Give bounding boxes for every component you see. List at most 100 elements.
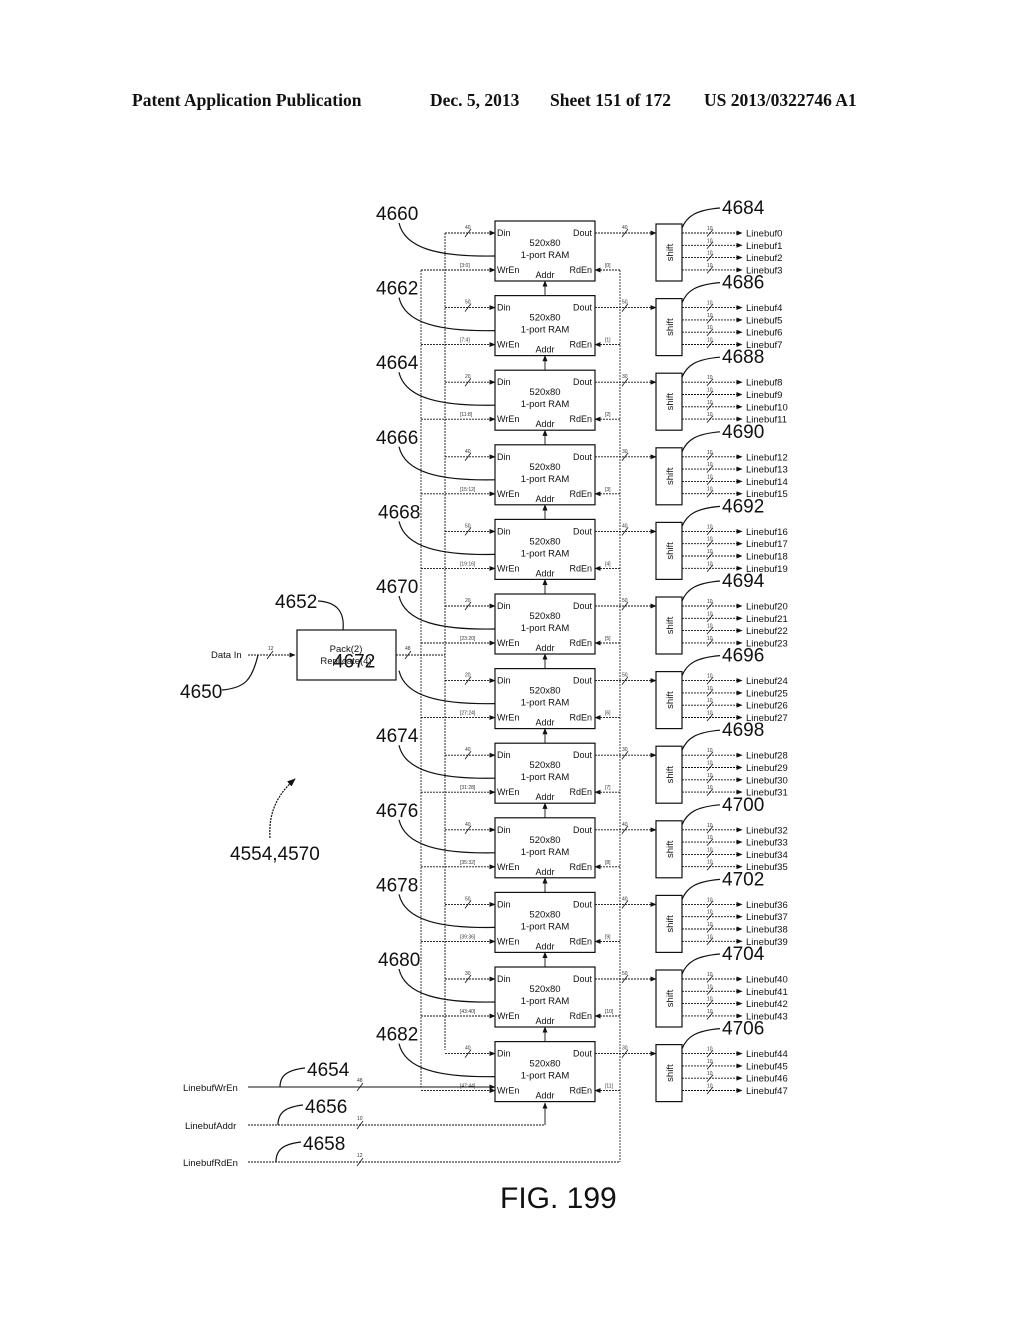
- linebuf-output-label: Linebuf2: [746, 253, 782, 264]
- ram-size-label: 520x80: [529, 611, 560, 622]
- shift-ref-leader: [681, 356, 721, 378]
- dout-port-label: Dout: [573, 228, 593, 238]
- wren-bits: [47:44]: [460, 1084, 476, 1090]
- linebuf-output-label: Linebuf28: [746, 751, 788, 762]
- ram-size-label: 520x80: [529, 1059, 560, 1070]
- linebuf-width: 10: [707, 524, 713, 530]
- rden-bit: [5]: [605, 636, 611, 642]
- rden-port-label: RdEn: [569, 414, 592, 424]
- din-port-label: Din: [497, 526, 511, 536]
- linebuf-output-label: Linebuf26: [746, 701, 788, 712]
- ram-type-label: 1-port RAM: [521, 996, 570, 1007]
- linebuf-width: 10: [707, 897, 713, 903]
- linebuf-width: 10: [707, 922, 713, 928]
- wren-port-label: WrEn: [497, 1011, 519, 1021]
- linebuf-output-label: Linebuf18: [746, 552, 788, 563]
- wren-port-label: WrEn: [497, 1086, 519, 1096]
- wren-port-label: WrEn: [497, 713, 519, 723]
- linebuf-width: 10: [707, 1009, 713, 1015]
- wren-bits: [7:4]: [460, 338, 470, 344]
- rden-port-label: RdEn: [569, 489, 592, 499]
- linebuf-width: 10: [707, 263, 713, 269]
- linebuf-output-label: Linebuf37: [746, 912, 788, 923]
- dout-port-label: Dout: [573, 303, 593, 313]
- shift-ref-leader: [681, 580, 721, 602]
- ram-size-label: 520x80: [529, 760, 560, 771]
- shift-ref-leader: [681, 1028, 721, 1049]
- ref-4688: 4688: [722, 347, 764, 368]
- dout-width: 50: [622, 971, 628, 977]
- din-width: 50: [465, 523, 471, 529]
- shift-ref-leader: [681, 207, 721, 229]
- linebuf-output-label: Linebuf4: [746, 303, 782, 314]
- shift-label: shift: [665, 915, 676, 933]
- rden-bit: [2]: [605, 412, 611, 418]
- din-port-label: Din: [497, 303, 511, 313]
- linebuf-output-label: Linebuf24: [746, 676, 788, 687]
- rden-bit: [11]: [605, 1084, 614, 1090]
- shift-label: shift: [665, 467, 676, 485]
- shift-label: shift: [665, 318, 676, 336]
- ref-4668: 4668: [378, 502, 420, 523]
- shift-label: shift: [665, 243, 676, 261]
- ram-type-label: 1-port RAM: [521, 474, 570, 485]
- ram-type-label: 1-port RAM: [521, 921, 570, 932]
- ref-4680: 4680: [378, 950, 420, 971]
- dout-port-label: Dout: [573, 825, 593, 835]
- ram-size-label: 520x80: [529, 313, 560, 324]
- rden-bit: [10]: [605, 1009, 614, 1015]
- dout-port-label: Dout: [573, 377, 593, 387]
- linebuf-output-label: Linebuf10: [746, 402, 788, 413]
- din-width: 50: [465, 300, 471, 306]
- linebuf-output-label: Linebuf5: [746, 315, 782, 326]
- linebufaddr-label: LinebufAddr: [185, 1121, 236, 1132]
- din-width: 20: [465, 673, 471, 679]
- ref-4700: 4700: [722, 795, 764, 816]
- wren-port-label: WrEn: [497, 265, 519, 275]
- dout-port-label: Dout: [573, 750, 593, 760]
- linebuf-width: 10: [707, 624, 713, 630]
- din-width: 40: [465, 449, 471, 455]
- linebuf-width: 10: [707, 761, 713, 767]
- ref-4704: 4704: [722, 944, 765, 965]
- dout-width: 30: [622, 449, 628, 455]
- rden-bit: [3]: [605, 487, 611, 493]
- wren-port-label: WrEn: [497, 414, 519, 424]
- ram-row-4682: 520x801-port RAM Din Dout WrEn RdEn Addr 40 [47…: [376, 1019, 788, 1103]
- shift-ref-leader: [681, 282, 721, 303]
- wren-port-label: WrEn: [497, 340, 519, 350]
- linebuf-width: 10: [707, 549, 713, 555]
- ram-ref-leader: [398, 222, 496, 257]
- dout-port-label: Dout: [573, 452, 593, 462]
- addr-port-label: Addr: [535, 270, 554, 280]
- linebufrden-width: 12: [357, 1153, 363, 1159]
- ref-4654: 4654: [307, 1060, 350, 1081]
- linebuf-output-label: Linebuf20: [746, 602, 788, 613]
- shift-ref-leader: [681, 804, 721, 826]
- ram-ref-leader: [398, 372, 496, 406]
- linebuf-output-label: Linebuf36: [746, 900, 788, 911]
- dout-port-label: Dout: [573, 1049, 593, 1059]
- linebuf-width: 10: [707, 698, 713, 704]
- ref-4658: 4658: [303, 1134, 345, 1155]
- linebuf-output-label: Linebuf16: [746, 527, 788, 538]
- addr-port-label: Addr: [535, 1091, 554, 1101]
- addr-port-label: Addr: [535, 1016, 554, 1026]
- rden-bit: [1]: [605, 338, 611, 344]
- ref-4698: 4698: [722, 720, 764, 741]
- ref-4652: 4652: [275, 592, 317, 613]
- ram-type-label: 1-port RAM: [521, 325, 570, 336]
- ref-4706: 4706: [722, 1019, 764, 1040]
- ram-ref-leader: [398, 819, 496, 854]
- linebuf-output-label: Linebuf44: [746, 1049, 788, 1060]
- dout-port-label: Dout: [573, 601, 593, 611]
- rden-bit: [6]: [605, 711, 611, 717]
- ref-4692: 4692: [722, 496, 764, 517]
- linebuf-width: 10: [707, 847, 713, 853]
- addr-port-label: Addr: [535, 941, 554, 951]
- linebuf-output-label: Linebuf13: [746, 465, 788, 476]
- linebuf-width: 10: [707, 561, 713, 567]
- linebuf-output-label: Linebuf21: [746, 614, 788, 625]
- ram-ref-leader: [398, 1043, 496, 1078]
- linebuf-width: 10: [707, 1071, 713, 1077]
